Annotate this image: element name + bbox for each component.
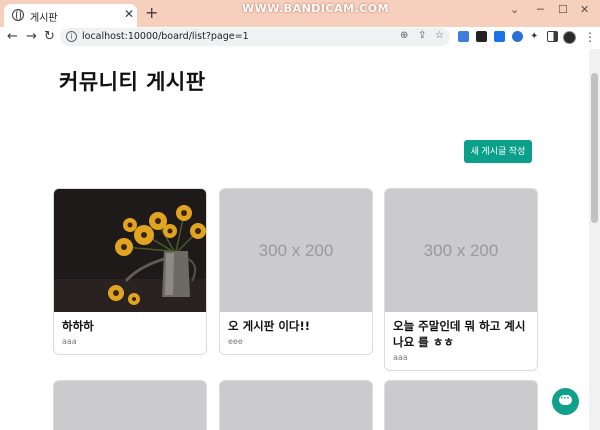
new-tab-button[interactable]: + <box>145 3 158 22</box>
side-panel-icon[interactable] <box>547 31 558 42</box>
post-card[interactable]: 300 x 200 오늘 주말인데 뭐 하고 계시나요 를 ㅎㅎ aaa <box>384 188 538 371</box>
reload-icon[interactable]: ↻ <box>44 29 55 44</box>
browser-toolbar: ← → ↻ i localhost:10000/board/list?page=… <box>0 27 600 49</box>
post-card[interactable] <box>219 380 373 430</box>
scrollbar-thumb[interactable] <box>591 73 598 223</box>
post-title[interactable]: 오늘 주말인데 뭐 하고 계시나요 를 ㅎㅎ <box>393 318 529 350</box>
close-window-icon[interactable]: ✕ <box>580 3 589 16</box>
extension-icon[interactable] <box>512 31 523 42</box>
post-author: aaa <box>62 337 77 346</box>
post-thumbnail[interactable] <box>54 189 206 312</box>
tab-title: 게시판 <box>30 13 58 24</box>
post-card-body: 오늘 주말인데 뭐 하고 계시나요 를 ㅎㅎ aaa <box>385 312 537 370</box>
new-post-button[interactable]: 새 게시글 작성 <box>464 140 532 163</box>
post-thumbnail-placeholder[interactable]: 300 x 200 <box>220 189 372 312</box>
placeholder-text: 300 x 200 <box>423 240 499 260</box>
page-viewport: 커뮤니티 게시판 새 게시글 작성 하하하 aaa 300 x 200 오 게시… <box>0 49 589 430</box>
post-card-body: 하하하 aaa <box>54 312 206 354</box>
post-title[interactable]: 하하하 <box>62 318 198 334</box>
globe-icon <box>12 9 24 21</box>
flower-photo <box>54 189 206 312</box>
bookmark-star-icon[interactable]: ☆ <box>435 30 444 41</box>
post-card-body: 오 게시판 이다!! eee <box>220 312 372 354</box>
page-scrollbar[interactable] <box>589 49 600 430</box>
post-card[interactable]: 하하하 aaa <box>53 188 207 355</box>
extension-icon[interactable] <box>458 31 469 42</box>
browser-tab[interactable]: 게시판 ✕ <box>4 4 137 27</box>
tab-close-icon[interactable]: ✕ <box>124 7 134 21</box>
tab-search-icon[interactable]: ⌄ <box>510 3 519 16</box>
post-author: eee <box>228 337 243 346</box>
post-thumbnail-placeholder[interactable]: 300 x 200 <box>385 189 537 312</box>
profile-avatar[interactable] <box>563 31 576 44</box>
chat-button[interactable] <box>552 388 579 415</box>
post-title[interactable]: 오 게시판 이다!! <box>228 318 364 334</box>
placeholder-text: 300 x 200 <box>258 240 334 260</box>
browser-tabstrip: 게시판 ✕ + WWW.BANDICAM.COM ⌄ ─ ☐ ✕ <box>0 0 600 27</box>
extension-icon[interactable] <box>494 31 505 42</box>
post-author: aaa <box>393 353 408 362</box>
minimize-icon[interactable]: ─ <box>537 3 544 16</box>
page-title: 커뮤니티 게시판 <box>59 70 206 94</box>
puzzle-icon[interactable]: ✦ <box>530 31 541 42</box>
zoom-icon[interactable]: ⊕ <box>400 30 408 41</box>
address-bar[interactable]: i localhost:10000/board/list?page=1 ⊕ ⇪ … <box>60 28 450 46</box>
back-icon[interactable]: ← <box>7 29 18 44</box>
extension-icon[interactable] <box>476 31 487 42</box>
menu-kebab-icon[interactable]: ⋮ <box>584 30 596 44</box>
recorder-watermark: WWW.BANDICAM.COM <box>242 2 390 15</box>
post-card[interactable] <box>53 380 207 430</box>
share-icon[interactable]: ⇪ <box>418 30 426 41</box>
maximize-icon[interactable]: ☐ <box>558 3 568 16</box>
post-card[interactable]: 300 x 200 오 게시판 이다!! eee <box>219 188 373 355</box>
forward-icon[interactable]: → <box>26 29 37 44</box>
post-card[interactable] <box>384 380 538 430</box>
site-info-icon[interactable]: i <box>66 31 77 42</box>
url-text[interactable]: localhost:10000/board/list?page=1 <box>82 31 249 42</box>
